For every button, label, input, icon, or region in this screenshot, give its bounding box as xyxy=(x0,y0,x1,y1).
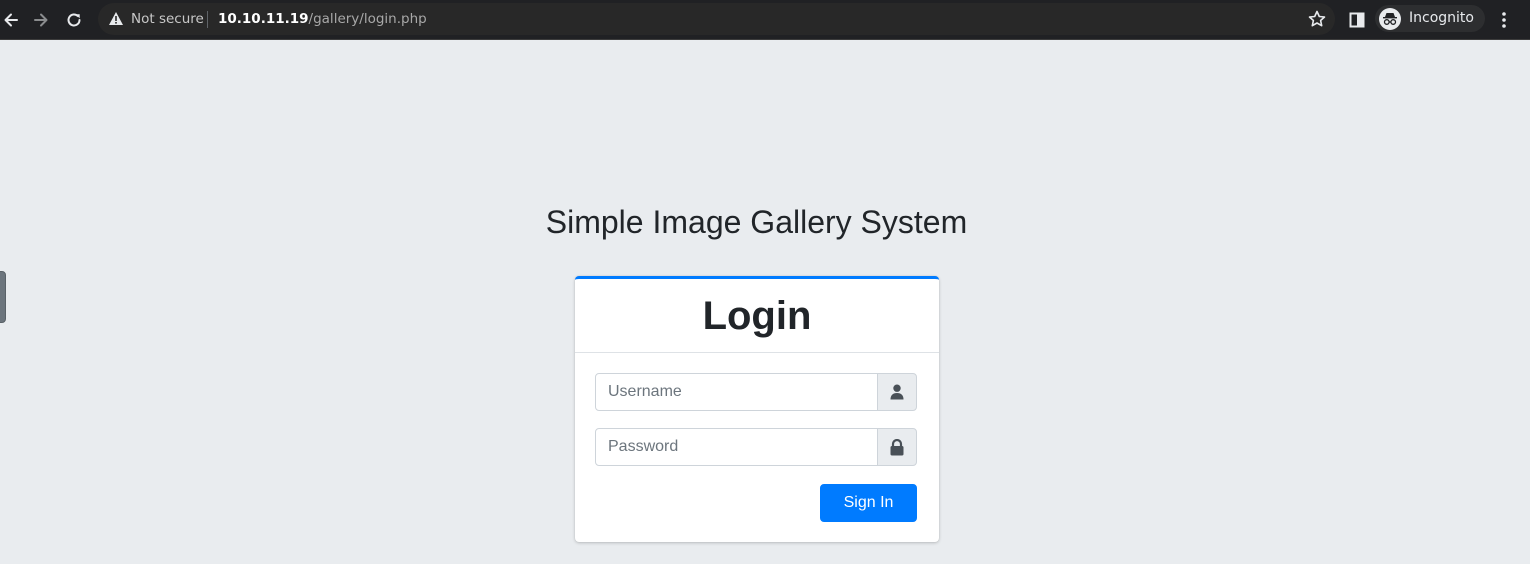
password-input[interactable] xyxy=(595,428,878,466)
omnibox-divider xyxy=(207,11,208,28)
url-text[interactable]: 10.10.11.19/gallery/login.php xyxy=(218,11,427,27)
url-host: 10.10.11.19 xyxy=(218,11,309,27)
star-icon xyxy=(1308,10,1326,27)
reload-button[interactable] xyxy=(61,7,87,33)
username-addon xyxy=(877,373,917,411)
password-input-group xyxy=(595,428,917,466)
side-tab-handle[interactable] xyxy=(0,271,6,323)
incognito-icon xyxy=(1379,8,1401,30)
password-addon xyxy=(877,428,917,466)
page-title: Simple Image Gallery System xyxy=(545,204,968,240)
browser-menu-button[interactable] xyxy=(1491,7,1517,33)
username-input-group xyxy=(595,373,917,411)
user-icon xyxy=(890,384,904,400)
forward-button[interactable] xyxy=(28,7,54,33)
side-panel-icon xyxy=(1349,12,1365,28)
login-title: Login xyxy=(702,294,812,338)
bookmark-button[interactable] xyxy=(1307,9,1327,33)
reload-icon xyxy=(67,13,81,27)
sign-in-button[interactable]: Sign In xyxy=(820,484,917,522)
warning-icon xyxy=(109,12,123,25)
side-panel-button[interactable] xyxy=(1344,7,1370,33)
security-status-label[interactable]: Not secure xyxy=(131,11,204,27)
back-icon xyxy=(4,13,18,27)
browser-toolbar: Not secure 10.10.11.19/gallery/login.php… xyxy=(0,0,1530,40)
forward-icon xyxy=(34,13,48,27)
login-card: Login Sign In xyxy=(575,276,939,542)
back-button[interactable] xyxy=(0,7,24,33)
address-bar[interactable]: Not secure 10.10.11.19/gallery/login.php xyxy=(98,3,1335,35)
incognito-label: Incognito xyxy=(1409,10,1474,26)
menu-icon xyxy=(1502,12,1506,28)
url-path: /gallery/login.php xyxy=(308,11,427,27)
login-card-header: Login xyxy=(575,279,939,353)
lock-icon xyxy=(890,438,904,455)
incognito-profile-button[interactable]: Incognito xyxy=(1375,5,1485,32)
username-input[interactable] xyxy=(595,373,878,411)
